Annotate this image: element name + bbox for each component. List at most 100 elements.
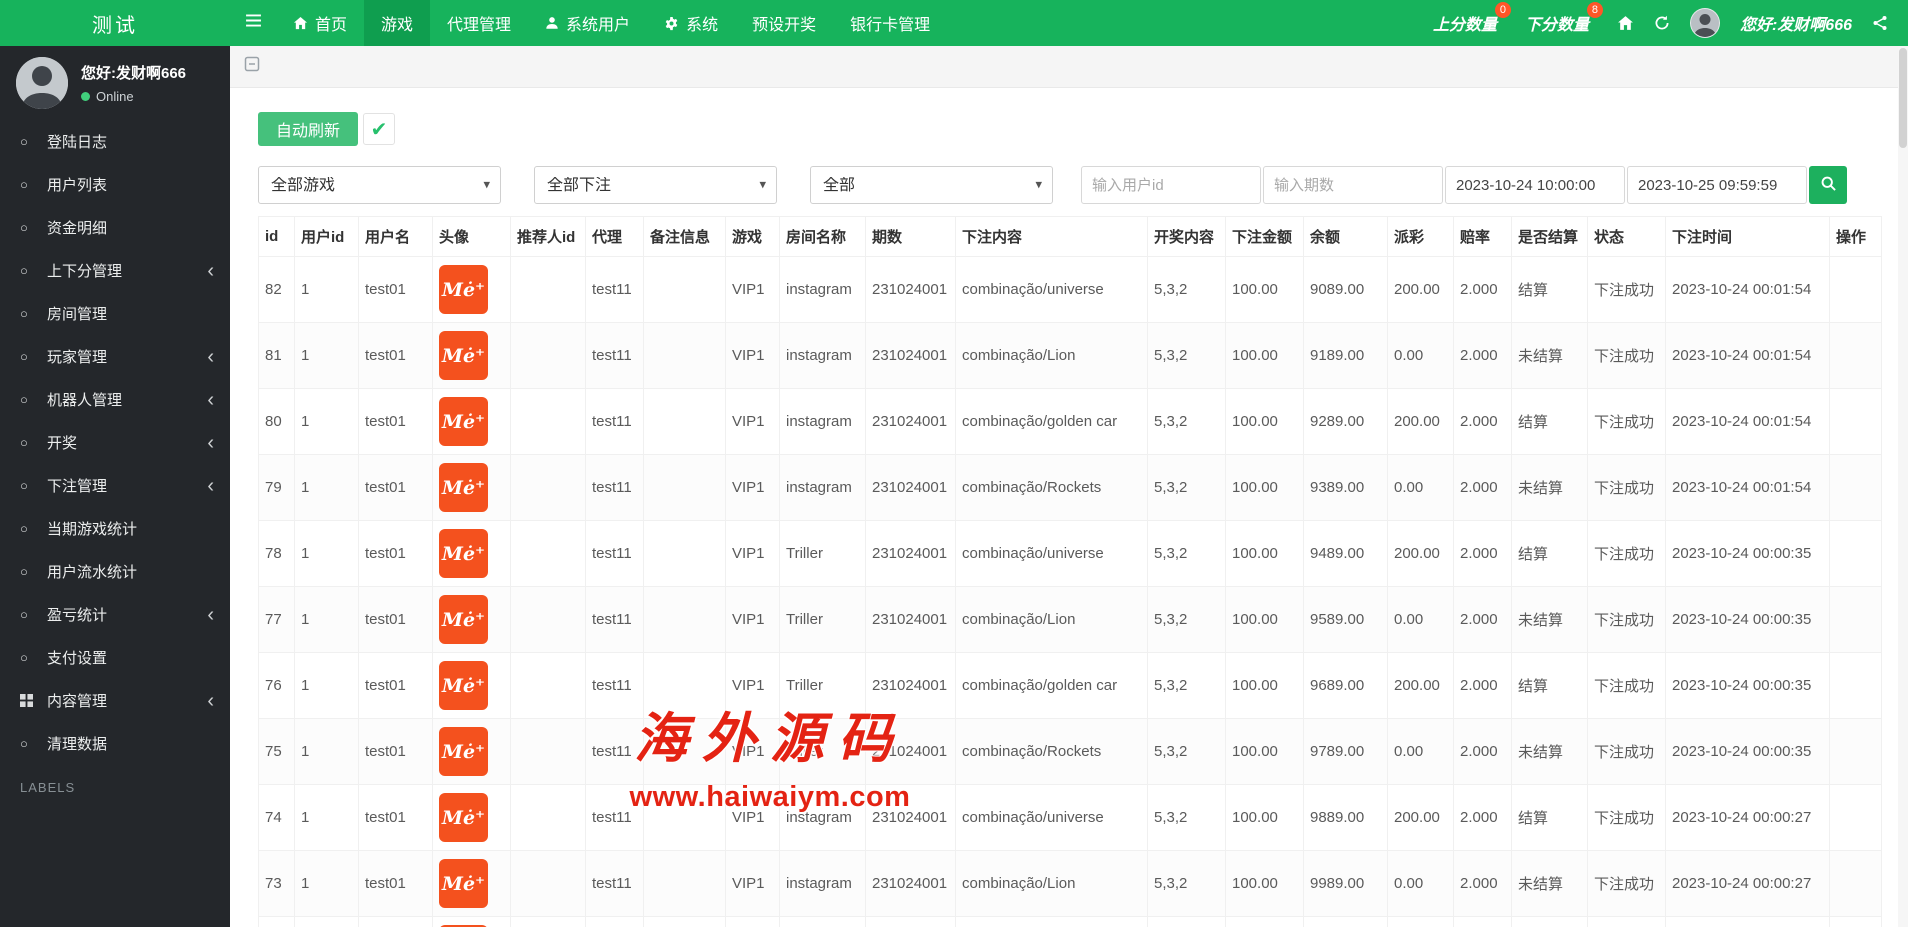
down-score-button[interactable]: 下分数量 8 <box>1525 11 1589 35</box>
user-avatar-image: Mė⁺ <box>439 331 488 380</box>
sidebar-item-current-game-stats[interactable]: ○当期游戏统计 <box>0 507 230 550</box>
sidebar-item-bet-admin[interactable]: ○下注管理‹ <box>0 464 230 507</box>
table-row: 721test01Mė⁺test11VIP1instagram231024001… <box>259 917 1882 927</box>
sidebar-item-score-admin[interactable]: ○上下分管理‹ <box>0 249 230 292</box>
user-greeting[interactable]: 您好:发财啊666 <box>1740 11 1852 35</box>
sidebar-item-profit-stats[interactable]: ○盈亏统计‹ <box>0 593 230 636</box>
profile-avatar[interactable] <box>16 57 68 109</box>
nav-item-label: 系统 <box>686 11 718 35</box>
cell-status: 下注成功 <box>1588 455 1666 521</box>
cell-referrer_id <box>511 653 586 719</box>
cell-username: test01 <box>359 257 433 323</box>
cell-balance: 9389.00 <box>1304 455 1388 521</box>
circle-icon: ○ <box>20 263 47 278</box>
up-score-button[interactable]: 上分数量 0 <box>1433 11 1497 35</box>
table-row: 771test01Mė⁺test11VIP1Triller231024001co… <box>259 587 1882 653</box>
cell-referrer_id <box>511 323 586 389</box>
sidebar-item-label: 房间管理 <box>47 303 107 324</box>
end-time-input[interactable] <box>1627 166 1807 204</box>
all-filter[interactable]: 全部 ▾ <box>810 166 1053 204</box>
user-avatar-image: Mė⁺ <box>439 595 488 644</box>
col-remark: 备注信息 <box>644 217 726 257</box>
sidebar-item-fund-detail[interactable]: ○资金明细 <box>0 206 230 249</box>
search-button[interactable] <box>1809 166 1847 204</box>
sidebar-item-content-admin[interactable]: 内容管理‹ <box>0 679 230 722</box>
cell-game: VIP1 <box>726 719 780 785</box>
sidebar-item-robot-admin[interactable]: ○机器人管理‹ <box>0 378 230 421</box>
cell-avatar: Mė⁺ <box>433 785 511 851</box>
cell-balance: 9689.00 <box>1304 653 1388 719</box>
tab-strip <box>230 46 1908 88</box>
sidebar-item-user-list[interactable]: ○用户列表 <box>0 163 230 206</box>
chevron-left-icon: ‹ <box>207 347 214 367</box>
nav-item-system-users[interactable]: 系统用户 <box>528 0 647 46</box>
cell-remark <box>644 587 726 653</box>
auto-refresh-checkbox[interactable]: ✔ <box>363 113 395 145</box>
cell-bet_content: combinação/Lion <box>956 587 1148 653</box>
col-bet_content: 下注内容 <box>956 217 1148 257</box>
start-time-input[interactable] <box>1445 166 1625 204</box>
cell-balance: 9089.00 <box>1304 257 1388 323</box>
app-title: 测试 <box>0 0 230 46</box>
game-filter-select[interactable]: 全部游戏 <box>259 167 500 203</box>
nav-item-games[interactable]: 游戏 <box>364 0 430 46</box>
sidebar-item-label: 玩家管理 <box>47 346 107 367</box>
bet-filter-select[interactable]: 全部下注 <box>535 167 776 203</box>
refresh-icon[interactable] <box>1654 15 1670 31</box>
cell-referrer_id <box>511 851 586 917</box>
cell-avatar: Mė⁺ <box>433 257 511 323</box>
table-header-row: id用户id用户名头像推荐人id代理备注信息游戏房间名称期数下注内容开奖内容下注… <box>259 217 1882 257</box>
cell-period: 231024001 <box>866 257 956 323</box>
sidebar-item-user-flow-stats[interactable]: ○用户流水统计 <box>0 550 230 593</box>
sidebar-item-login-log[interactable]: ○登陆日志 <box>0 120 230 163</box>
tab-icon[interactable] <box>244 56 260 77</box>
cell-bet_time: 2023-10-24 00:01:54 <box>1666 323 1830 389</box>
search-icon <box>1820 175 1837 195</box>
col-room: 房间名称 <box>780 217 866 257</box>
cell-period: 231024001 <box>866 917 956 927</box>
cell-payout: 0.00 <box>1388 323 1454 389</box>
sidebar-item-label: 用户列表 <box>47 174 107 195</box>
cell-avatar: Mė⁺ <box>433 323 511 389</box>
cell-id: 75 <box>259 719 295 785</box>
cell-id: 82 <box>259 257 295 323</box>
sidebar-item-player-admin[interactable]: ○玩家管理‹ <box>0 335 230 378</box>
scrollbar-thumb[interactable] <box>1899 48 1907 148</box>
sidebar-item-room-admin[interactable]: ○房间管理 <box>0 292 230 335</box>
period-input[interactable] <box>1263 166 1443 204</box>
cell-avatar: Mė⁺ <box>433 521 511 587</box>
sidebar-item-draw[interactable]: ○开奖‹ <box>0 421 230 464</box>
sidebar-item-clean-data[interactable]: ○清理数据 <box>0 722 230 765</box>
cell-id: 78 <box>259 521 295 587</box>
cell-odds: 2.000 <box>1454 323 1512 389</box>
user-avatar[interactable] <box>1690 8 1720 38</box>
auto-refresh-button[interactable]: 自动刷新 <box>258 112 358 146</box>
user-id-input[interactable] <box>1081 166 1261 204</box>
cell-game: VIP1 <box>726 323 780 389</box>
scrollbar-track[interactable] <box>1898 46 1908 927</box>
cell-odds: 2.000 <box>1454 521 1512 587</box>
sidebar-toggle-button[interactable] <box>230 0 276 46</box>
game-filter[interactable]: 全部游戏 ▾ <box>258 166 501 204</box>
cell-status: 下注成功 <box>1588 587 1666 653</box>
cell-game: VIP1 <box>726 389 780 455</box>
cell-bet_time: 2023-10-24 00:01:54 <box>1666 389 1830 455</box>
sidebar-item-label: 盈亏统计 <box>47 604 107 625</box>
cell-status: 下注成功 <box>1588 521 1666 587</box>
nav-item-home[interactable]: 首页 <box>276 0 364 46</box>
home-icon[interactable] <box>1617 15 1634 32</box>
nav-item-preset-draw[interactable]: 预设开奖 <box>735 0 833 46</box>
nav-item-label: 系统用户 <box>566 11 630 35</box>
cell-username: test01 <box>359 719 433 785</box>
nav-item-agent-admin[interactable]: 代理管理 <box>430 0 528 46</box>
cell-status: 下注成功 <box>1588 851 1666 917</box>
bet-filter[interactable]: 全部下注 ▾ <box>534 166 777 204</box>
sidebar-item-payment-settings[interactable]: ○支付设置 <box>0 636 230 679</box>
nav-item-system[interactable]: 系统 <box>647 0 735 46</box>
all-filter-select[interactable]: 全部 <box>811 167 1052 203</box>
nav-item-bank-card-admin[interactable]: 银行卡管理 <box>833 0 947 46</box>
cell-period: 231024001 <box>866 719 956 785</box>
cell-period: 231024001 <box>866 851 956 917</box>
share-icon[interactable] <box>1872 15 1888 31</box>
col-odds: 赔率 <box>1454 217 1512 257</box>
